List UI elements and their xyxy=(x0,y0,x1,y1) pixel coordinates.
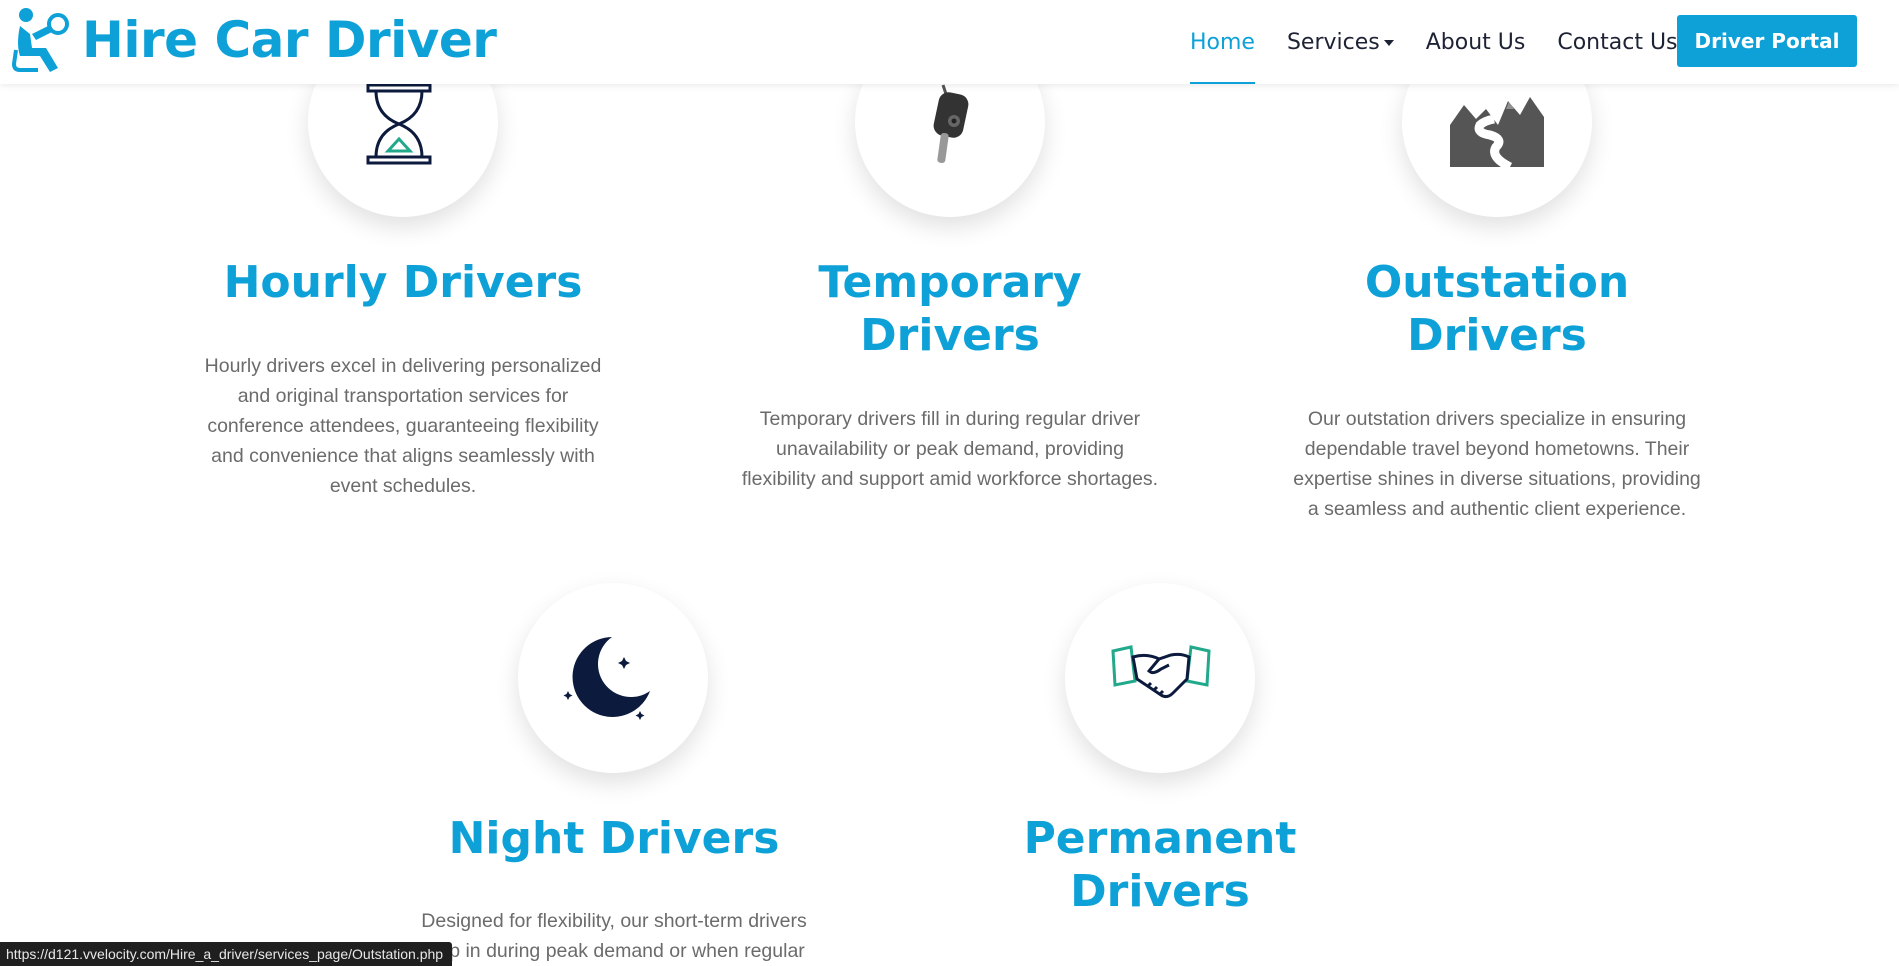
seated-driver-icon xyxy=(11,8,69,72)
service-desc-line: unavailability or peak demand, providing xyxy=(776,438,1124,460)
nav-home-label: Home xyxy=(1190,29,1255,55)
handshake-icon xyxy=(1111,645,1211,699)
service-title-line: Permanent xyxy=(1023,813,1297,864)
service-title-line: Drivers xyxy=(860,310,1040,361)
service-desc-line: and original transportation services for xyxy=(237,385,569,407)
nav-services-label: Services xyxy=(1286,29,1380,55)
icon-circle xyxy=(518,583,708,773)
service-title-line: Hourly Drivers xyxy=(223,257,583,308)
service-desc-line: event schedules. xyxy=(329,475,477,497)
navbar: Hire Car Driver Home Services About Us C… xyxy=(0,0,1899,84)
nav-about[interactable]: About Us xyxy=(1426,0,1526,84)
service-title: Temporary Drivers xyxy=(700,256,1200,362)
service-title: Permanent Drivers xyxy=(910,812,1410,918)
service-title-line: Outstation xyxy=(1364,257,1630,308)
moon-icon xyxy=(563,637,650,720)
service-title-line: Drivers xyxy=(1070,866,1250,917)
service-desc-line: dependable travel beyond hometowns. Thei… xyxy=(1304,438,1690,460)
driver-portal-button[interactable]: Driver Portal xyxy=(1677,15,1857,67)
nav-about-label: About Us xyxy=(1425,29,1526,55)
service-desc-line: Designed for flexibility, our short-term… xyxy=(421,910,807,932)
caret-down-icon xyxy=(1383,40,1394,46)
main-nav: Home Services About Us Contact Us xyxy=(1190,0,1710,84)
status-bar-url: https://d121.vvelocity.com/Hire_a_driver… xyxy=(0,942,453,966)
service-desc-line: Temporary drivers fill in during regular… xyxy=(759,408,1141,430)
service-description: Temporary drivers fill in during regular… xyxy=(700,404,1200,494)
service-title-line: Temporary xyxy=(818,257,1082,308)
service-title: Outstation Drivers xyxy=(1247,256,1747,362)
mountain-road-icon xyxy=(1450,97,1544,167)
service-desc-line: Hourly drivers excel in delivering perso… xyxy=(204,355,602,377)
service-description: Hourly drivers excel in delivering perso… xyxy=(154,351,652,501)
service-desc-line: flexibility and support amid workforce s… xyxy=(741,468,1159,490)
service-title-line: Night Drivers xyxy=(448,813,780,864)
service-desc-line: conference attendees, guaranteeing flexi… xyxy=(207,415,599,437)
nav-services[interactable]: Services xyxy=(1287,0,1394,84)
icon-circle xyxy=(1065,583,1255,773)
car-key-icon xyxy=(933,84,969,164)
nav-home[interactable]: Home xyxy=(1190,0,1255,84)
hourglass-icon xyxy=(366,83,432,165)
service-description: Our outstation drivers specialize in ens… xyxy=(1247,404,1747,524)
brand-logo[interactable]: Hire Car Driver xyxy=(10,4,497,76)
nav-contact[interactable]: Contact Us xyxy=(1557,0,1677,84)
service-desc-line: Our outstation drivers specialize in ens… xyxy=(1307,408,1687,430)
brand-name: Hire Car Driver xyxy=(82,11,497,69)
service-title: Night Drivers xyxy=(364,812,864,865)
service-desc-line: expertise shines in diverse situations, … xyxy=(1293,468,1701,490)
service-title-line: Drivers xyxy=(1407,310,1587,361)
service-title: Hourly Drivers xyxy=(154,256,652,309)
service-desc-line: a seamless and authentic client experien… xyxy=(1307,498,1687,520)
nav-contact-label: Contact Us xyxy=(1557,29,1678,55)
service-desc-line: and convenience that aligns seamlessly w… xyxy=(211,445,595,467)
